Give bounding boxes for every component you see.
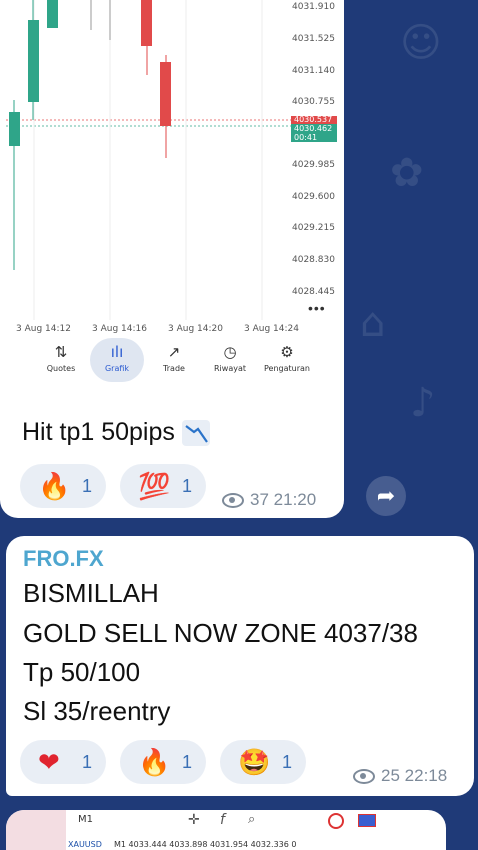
caption-text: Hit tp1 50pips [22,418,175,446]
reaction-count: 1 [82,752,93,772]
y-tick: 4029.600 [292,192,335,202]
chart-plot [6,0,291,320]
nav-quotes[interactable]: ⇅ Quotes [34,338,88,382]
preview-panel [6,810,66,850]
trend-chart-icon: ↗ [167,343,181,361]
candle-bear [160,62,171,126]
view-count: 25 [381,766,400,785]
reaction-hundred[interactable]: 💯 1 [120,464,206,508]
chart-screenshot-preview: M1 ✛ f ⌕ XAUUSD M1 4033.444 4033.898 403… [6,810,446,850]
y-tick: 4031.140 [292,66,335,76]
reaction-count: 1 [182,752,193,772]
app-bottom-navbar: ⇅ Quotes ılı Grafik ↗ Trade ◷ Riwayat ⚙ … [6,338,338,384]
reaction-star-struck[interactable]: 🤩 1 [220,740,306,784]
chart-bars-icon: ılı [110,343,124,361]
nav-label: Riwayat [214,364,246,373]
share-forward-button[interactable]: ➦ [366,476,406,516]
ohlc-row: M1 4033.444 4033.898 4031.954 4032.336 0 [114,840,297,849]
nav-label: Grafik [104,364,130,373]
record-icon[interactable] [328,813,344,829]
background-pattern: ♪ [410,380,436,426]
message-line: Sl 35/reentry [23,696,171,726]
symbol-label: XAUUSD [68,840,102,849]
message-bubble-2[interactable]: FRO.FX BISMILLAH GOLD SELL NOW ZONE 4037… [6,536,474,796]
candle-bull [47,0,58,28]
nav-trade[interactable]: ↗ Trade [147,338,201,382]
function-icon[interactable]: f [220,812,225,828]
view-count: 37 [250,490,269,509]
sort-arrows-icon: ⇅ [54,343,68,361]
sender-name[interactable]: FRO.FX [23,546,104,572]
candle-bear [141,0,152,46]
background-pattern: ⌂ [360,300,386,346]
background-pattern: ✿ [390,150,424,196]
reaction-count: 1 [82,476,93,496]
timeframe-label: M1 [78,814,93,825]
bid-price: 4030.462 [294,124,333,133]
y-tick: 4031.910 [292,2,335,12]
x-tick: 3 Aug 14:12 [16,324,71,334]
y-tick: 4028.445 [292,287,335,297]
share-arrow-icon: ➦ [376,483,396,508]
fire-icon: 🔥 [138,747,171,777]
heart-icon: ❤ [38,747,60,777]
gear-icon: ⚙ [280,343,294,361]
reaction-heart[interactable]: ❤ 1 [20,740,106,784]
clock-icon: ◷ [223,343,237,361]
message-time: 22:18 [404,766,448,785]
reaction-count: 1 [182,476,193,496]
message-bubble-1[interactable]: 4031.910 4031.525 4031.140 4030.755 4030… [0,0,344,518]
background-pattern: ☺ [400,20,442,66]
message-meta: 25 22:18 [353,766,447,786]
message-time: 21:20 [273,490,317,509]
message-bubble-3[interactable]: M1 ✛ f ⌕ XAUUSD M1 4033.444 4033.898 403… [6,810,446,850]
objects-icon[interactable]: ⌕ [248,812,255,827]
trading-chart-screenshot[interactable]: 4031.910 4031.525 4031.140 4030.755 4030… [6,0,338,386]
ask-price: 4030.537 [291,116,337,124]
message-meta: 37 21:20 [222,490,316,510]
reaction-count: 1 [282,752,293,772]
chart-decreasing-icon [181,420,210,447]
views-eye-icon [353,769,375,785]
y-tick: 4031.525 [292,34,335,44]
y-tick: 4029.985 [292,160,335,170]
nav-grafik[interactable]: ılı Grafik [90,338,144,382]
nav-pengaturan[interactable]: ⚙ Pengaturan [260,338,314,382]
current-price-label: 4030.537 4030.462 00:41 [291,116,337,142]
price-timer: 00:41 [294,133,318,142]
nav-label: Trade [163,364,185,373]
star-struck-icon: 🤩 [238,747,271,777]
crosshair-icon[interactable]: ✛ [188,812,200,828]
hundred-points-icon: 💯 [138,471,171,501]
message-line: Tp 50/100 [23,657,141,687]
reaction-fire[interactable]: 🔥 1 [20,464,106,508]
flag-icon[interactable] [358,814,376,827]
message-line: BISMILLAH [23,578,159,608]
y-tick: 4029.215 [292,223,335,233]
views-eye-icon [222,493,244,509]
y-tick: 4028.830 [292,255,335,265]
message-line: GOLD SELL NOW ZONE 4037/38 [23,618,418,648]
candle-bull [9,112,20,146]
x-tick: 3 Aug 14:20 [168,324,223,334]
more-options-icon[interactable]: ••• [308,300,326,316]
message-caption: Hit tp1 50pips [22,418,210,447]
x-tick: 3 Aug 14:24 [244,324,299,334]
reaction-fire[interactable]: 🔥 1 [120,740,206,784]
nav-label: Pengaturan [264,364,310,373]
y-tick: 4030.755 [292,97,335,107]
nav-riwayat[interactable]: ◷ Riwayat [203,338,257,382]
x-tick: 3 Aug 14:16 [92,324,147,334]
candlestick-chart: 4031.910 4031.525 4031.140 4030.755 4030… [6,0,338,320]
nav-label: Quotes [46,364,76,373]
fire-icon: 🔥 [38,471,71,501]
candle-bull [28,20,39,102]
